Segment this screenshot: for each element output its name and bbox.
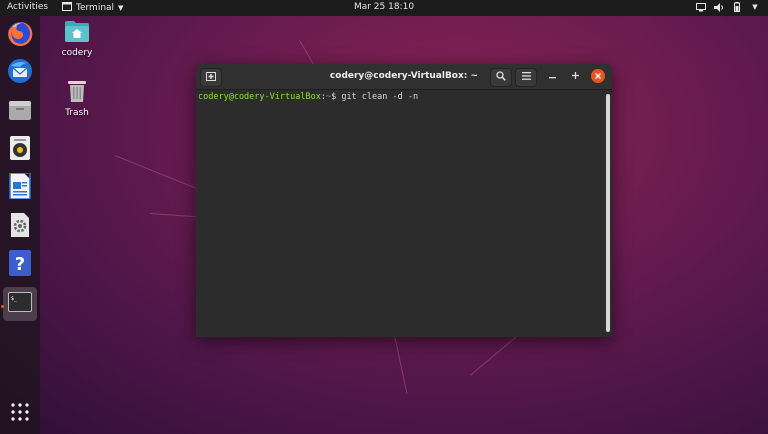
scrollbar-thumb[interactable]: [606, 94, 610, 332]
terminal-small-icon: [62, 2, 72, 14]
terminal-content[interactable]: codery@codery-VirtualBox:~$ git clean -d…: [196, 90, 604, 337]
desktop-icon-label: Trash: [65, 108, 89, 118]
dock-files[interactable]: [3, 95, 37, 129]
dock-software[interactable]: [3, 210, 37, 244]
minimize-button[interactable]: [545, 69, 559, 83]
maximize-icon: [571, 71, 579, 82]
dock-thunderbird[interactable]: [3, 56, 37, 90]
dock-help[interactable]: ?: [3, 248, 37, 282]
scrollbar[interactable]: [604, 90, 612, 337]
close-icon: [595, 71, 601, 82]
libreoffice-writer-icon: [9, 172, 31, 203]
chevron-down-icon: ▼: [118, 4, 124, 12]
terminal-line: codery@codery-VirtualBox:~$ git clean -d…: [198, 92, 602, 102]
show-applications-button[interactable]: [3, 397, 37, 431]
terminal-icon: $_: [8, 292, 32, 316]
menu-button[interactable]: [515, 68, 537, 87]
dock-terminal[interactable]: $_: [3, 287, 37, 321]
desktop-icon-trash[interactable]: Trash: [54, 80, 100, 118]
wallpaper-line: [394, 335, 408, 394]
software-icon: [10, 213, 30, 241]
network-icon[interactable]: [696, 2, 706, 12]
wallpaper-line: [149, 213, 200, 218]
command-text: git clean -d -n: [336, 92, 419, 102]
app-grid-icon: [11, 403, 29, 425]
hamburger-menu-icon: [521, 72, 531, 83]
rhythmbox-icon: [9, 136, 31, 164]
battery-icon[interactable]: [732, 2, 742, 12]
search-button[interactable]: [490, 68, 512, 87]
close-button[interactable]: [591, 69, 605, 83]
svg-text:$_: $_: [11, 296, 18, 302]
thunderbird-icon: [7, 58, 33, 88]
minimize-icon: [548, 71, 556, 82]
new-tab-button[interactable]: [200, 68, 222, 87]
app-menu-button[interactable]: Terminal ▼: [62, 2, 123, 14]
clock[interactable]: Mar 25 18:10: [354, 2, 414, 12]
firefox-icon: [7, 21, 33, 51]
top-bar: Activities Terminal ▼ Mar 25 18:10 ▼: [0, 0, 768, 16]
wallpaper-line: [114, 155, 199, 190]
desktop-icon-home[interactable]: codery: [54, 20, 100, 58]
trash-icon: [68, 81, 86, 105]
dock-libreoffice-writer[interactable]: [3, 171, 37, 205]
search-icon: [496, 71, 506, 84]
dock-firefox[interactable]: [3, 19, 37, 53]
app-menu-label: Terminal: [76, 3, 115, 13]
wallpaper-line: [470, 336, 517, 376]
system-tray[interactable]: ▼: [696, 2, 760, 12]
terminal-window: codery@codery-VirtualBox: ~ codery@coder…: [196, 64, 612, 337]
terminal-headerbar[interactable]: codery@codery-VirtualBox: ~: [196, 64, 612, 90]
dock-rhythmbox[interactable]: [3, 133, 37, 167]
files-icon: [8, 98, 32, 126]
dock: ? $_: [0, 16, 40, 434]
maximize-button[interactable]: [568, 69, 582, 83]
volume-icon[interactable]: [714, 2, 724, 12]
activities-button[interactable]: Activities: [7, 2, 48, 12]
prompt-user: codery@codery-VirtualBox: [198, 92, 321, 102]
home-folder-icon: [65, 21, 89, 45]
help-icon: ?: [9, 250, 31, 280]
power-menu-icon[interactable]: ▼: [750, 2, 760, 12]
running-indicator: [1, 305, 4, 308]
desktop-icon-label: codery: [61, 48, 93, 58]
new-tab-icon: [206, 71, 216, 84]
svg-text:?: ?: [15, 254, 25, 275]
